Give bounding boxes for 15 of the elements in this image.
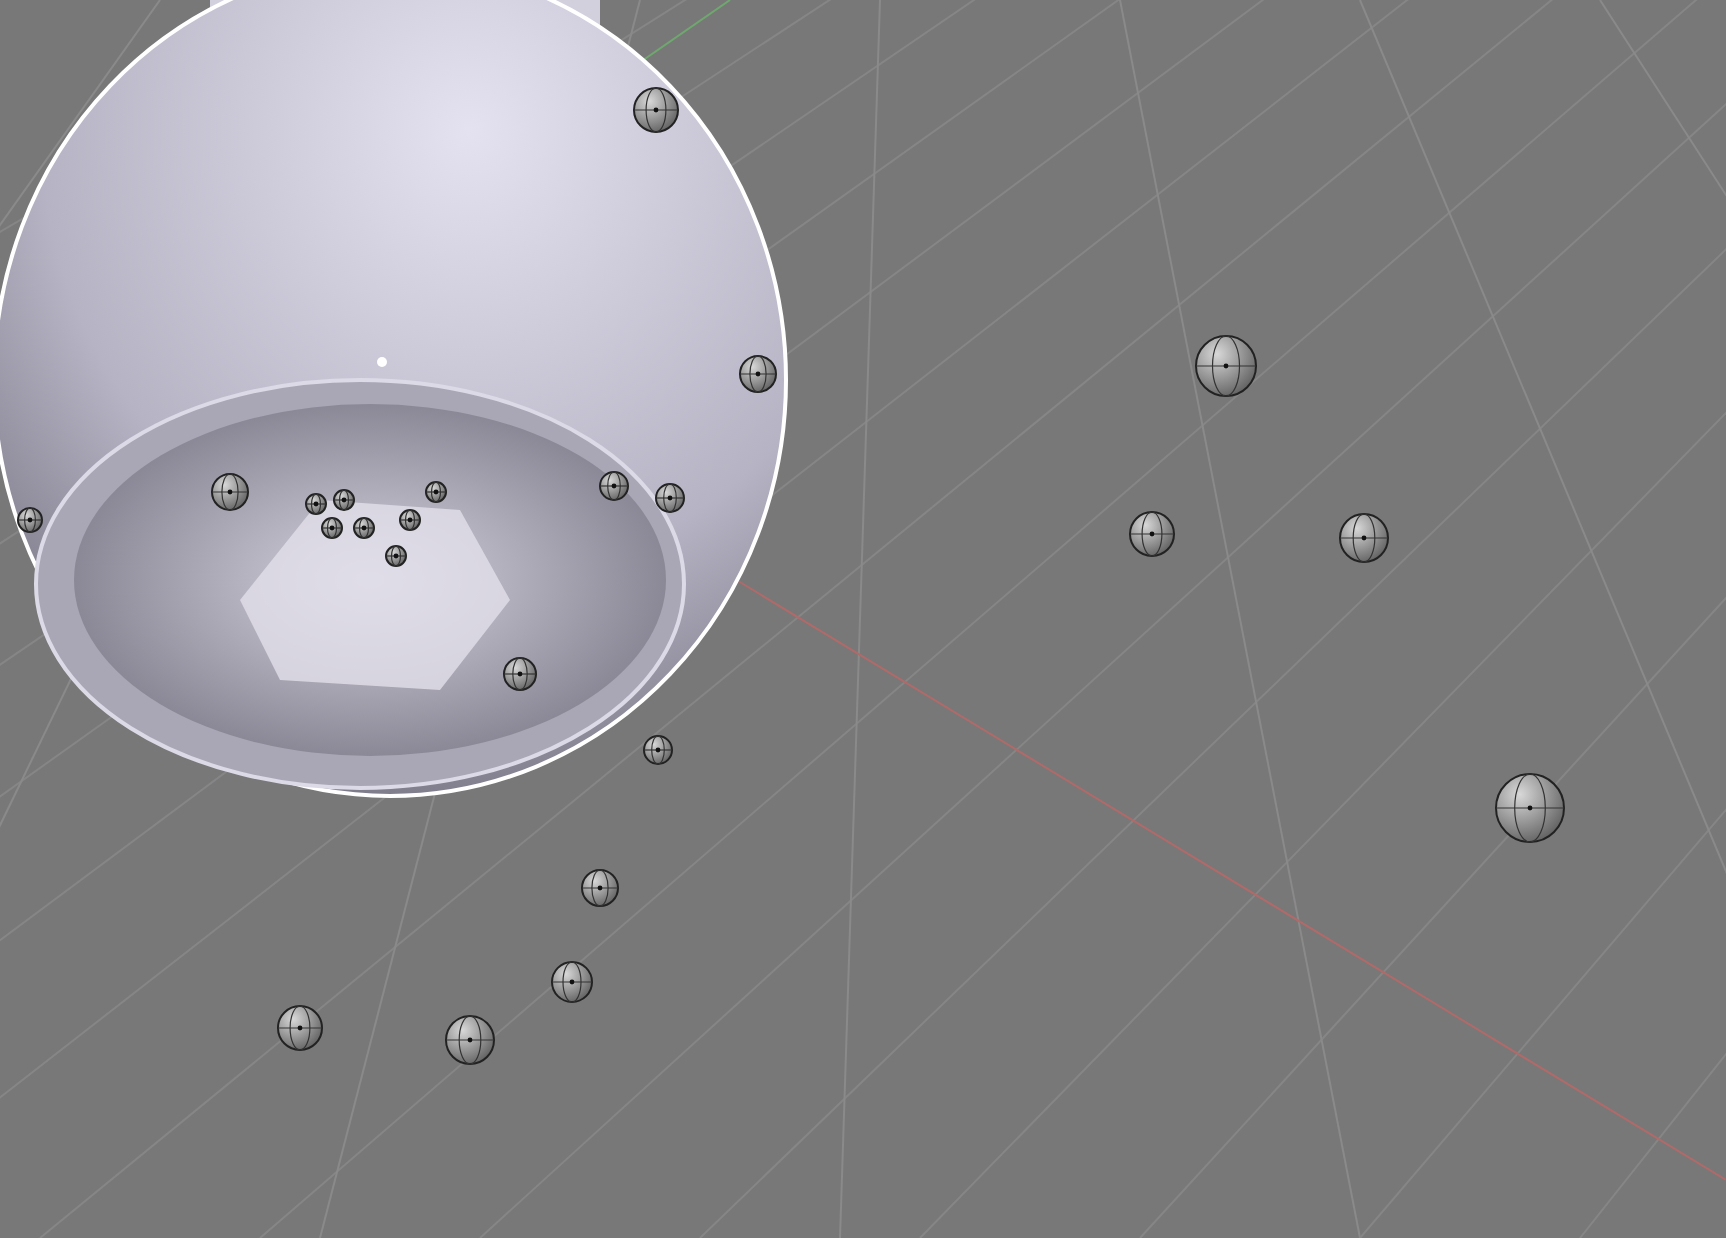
sphere: [1339, 513, 1389, 563]
sphere: [445, 1015, 495, 1065]
sphere: [655, 483, 685, 513]
sphere: [1129, 511, 1175, 557]
sphere: [551, 961, 593, 1003]
sphere: [1495, 773, 1565, 843]
sphere: [739, 355, 777, 393]
sphere: [277, 1005, 323, 1051]
sphere: [211, 473, 249, 511]
sphere: [599, 471, 629, 501]
sphere: [503, 657, 537, 691]
sphere: [633, 87, 679, 133]
sphere: [643, 735, 673, 765]
sphere: [1195, 335, 1257, 397]
sphere: [581, 869, 619, 907]
